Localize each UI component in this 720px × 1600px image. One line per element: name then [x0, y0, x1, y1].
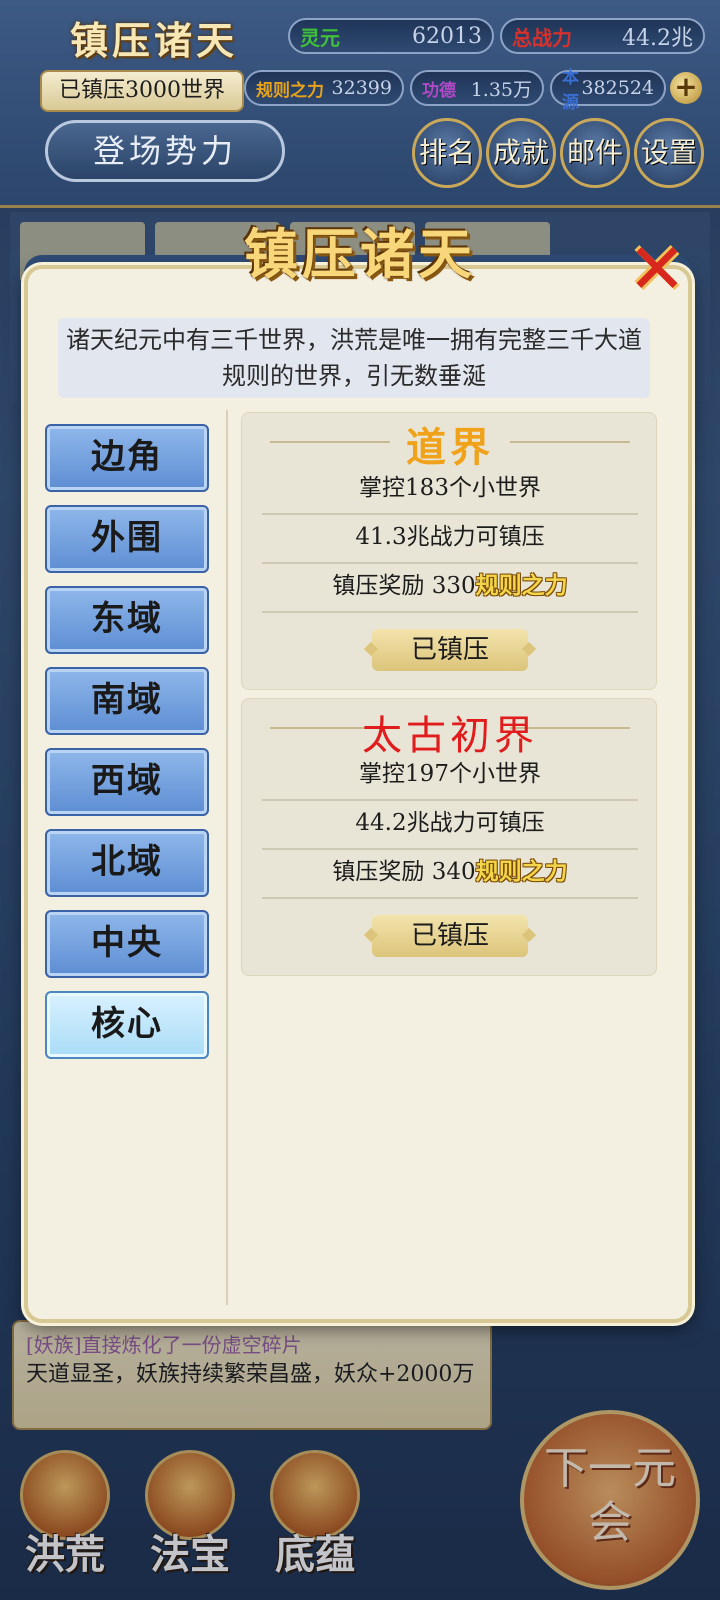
realm-power: 41.3兆战力可镇压 [262, 514, 638, 564]
region-tab-xiyu[interactable]: 西域 [45, 748, 209, 816]
stat-rule-power: 规则之力 32399 [244, 70, 404, 106]
mail-button[interactable]: 邮件 [560, 118, 630, 188]
realm-control: 掌控183个小世界 [262, 465, 638, 515]
realm-power: 44.2兆战力可镇压 [262, 800, 638, 850]
region-tab-zhongyang[interactable]: 中央 [45, 910, 209, 978]
modal-title: 镇压诸天 [244, 222, 476, 286]
add-resource-button[interactable]: + [670, 72, 702, 104]
stat-label: 规则之力 [256, 80, 324, 101]
suppressed-count: 已镇压3000世界 [40, 70, 244, 112]
modal-intro: 诸天纪元中有三千世界，洪荒是唯一拥有完整三千大道规则的世界，引无数垂涎 [58, 318, 650, 398]
ranking-button[interactable]: 排名 [412, 118, 482, 188]
reward-resource: 规则之力 [475, 572, 568, 599]
realm-card: 道界 掌控183个小世界 41.3兆战力可镇压 镇压奖励 330规则之力 已镇压 [241, 412, 657, 690]
stat-value: 44.2兆 [622, 26, 693, 51]
stat-lingyuan: 灵元 62013 [288, 18, 494, 54]
realm-reward: 镇压奖励 340规则之力 [262, 849, 638, 899]
region-tab-beiyu[interactable]: 北域 [45, 829, 209, 897]
settings-button[interactable]: 设置 [634, 118, 704, 188]
region-tab-hexin[interactable]: 核心 [45, 991, 209, 1059]
faction-button[interactable]: 登场势力 [45, 120, 285, 182]
region-tab-waiwei[interactable]: 外围 [45, 505, 209, 573]
stat-origin: 本源 382524 [550, 68, 666, 113]
region-tab-nanyu[interactable]: 南域 [45, 667, 209, 735]
column-divider [226, 410, 228, 1305]
realm-control: 掌控197个小世界 [262, 751, 638, 801]
realm-reward: 镇压奖励 330规则之力 [262, 563, 638, 613]
stat-label: 功德 [422, 80, 456, 101]
suppressed-status-button[interactable]: 已镇压 [372, 629, 528, 671]
stat-value: 32399 [331, 77, 392, 99]
region-tab-bianjiao[interactable]: 边角 [45, 424, 209, 492]
reward-resource: 规则之力 [475, 858, 568, 885]
stat-total-power: 总战力 44.2兆 [500, 18, 705, 54]
stat-label: 本源 [562, 68, 579, 113]
close-icon[interactable]: ✕ [626, 234, 688, 304]
stat-merit: 功德 1.35万 [410, 70, 544, 106]
region-tab-dongyu[interactable]: 东域 [45, 586, 209, 654]
stat-label: 总战力 [512, 25, 572, 50]
achievement-button[interactable]: 成就 [486, 118, 556, 188]
realm-card: 太古初界 掌控197个小世界 44.2兆战力可镇压 镇压奖励 340规则之力 已… [241, 698, 657, 976]
reward-text: 镇压奖励 340 [332, 859, 476, 885]
suppressed-status-button[interactable]: 已镇压 [372, 915, 528, 957]
stat-value: 62013 [412, 23, 482, 49]
stat-value: 382524 [581, 77, 654, 99]
stat-label: 灵元 [300, 25, 340, 50]
stat-value: 1.35万 [470, 78, 532, 101]
game-title: 镇压诸天 [70, 18, 239, 63]
reward-text: 镇压奖励 330 [332, 573, 476, 599]
